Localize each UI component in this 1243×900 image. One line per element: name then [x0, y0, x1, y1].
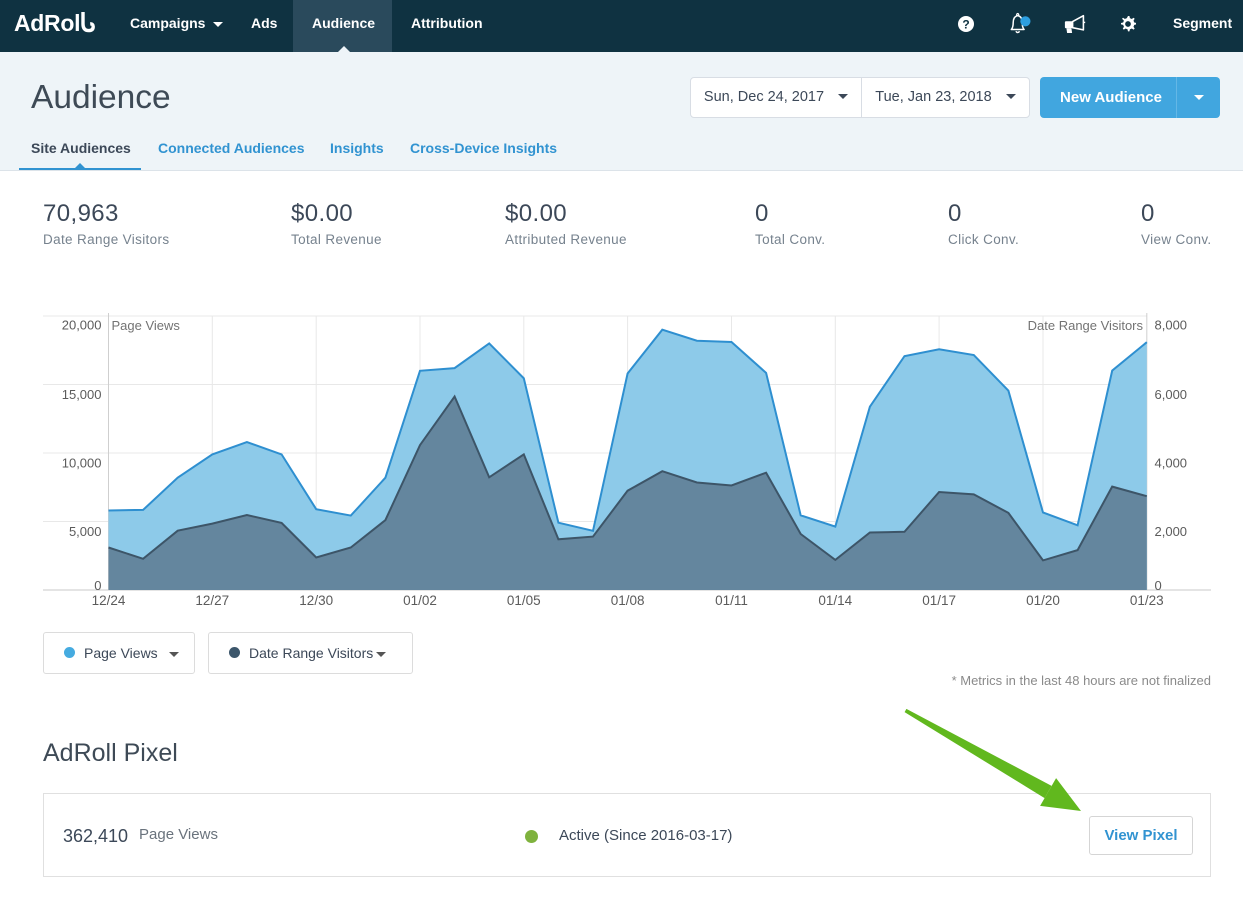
- svg-text:12/30: 12/30: [299, 593, 333, 608]
- svg-text:5,000: 5,000: [69, 524, 102, 539]
- svg-text:8,000: 8,000: [1155, 318, 1188, 333]
- svg-text:2,000: 2,000: [1155, 524, 1188, 539]
- svg-text:12/27: 12/27: [195, 593, 229, 608]
- svg-text:20,000: 20,000: [62, 318, 102, 333]
- svg-text:6,000: 6,000: [1155, 387, 1188, 402]
- svg-text:10,000: 10,000: [62, 456, 102, 471]
- svg-text:01/17: 01/17: [922, 593, 956, 608]
- svg-text:4,000: 4,000: [1155, 456, 1188, 471]
- svg-text:01/05: 01/05: [507, 593, 541, 608]
- svg-text:15,000: 15,000: [62, 387, 102, 402]
- svg-text:01/02: 01/02: [403, 593, 437, 608]
- svg-text:01/11: 01/11: [715, 593, 748, 608]
- svg-text:12/24: 12/24: [92, 593, 126, 608]
- svg-text:01/08: 01/08: [611, 593, 645, 608]
- svg-text:01/14: 01/14: [818, 593, 852, 608]
- svg-text:AdRol: AdRol: [14, 10, 80, 36]
- svg-text:0: 0: [94, 578, 101, 593]
- svg-text:Page Views: Page Views: [112, 318, 181, 333]
- svg-text:01/20: 01/20: [1026, 593, 1060, 608]
- svg-text:?: ?: [962, 17, 969, 31]
- svg-text:01/23: 01/23: [1130, 593, 1164, 608]
- svg-text:Date Range Visitors: Date Range Visitors: [1028, 318, 1144, 333]
- svg-text:0: 0: [1155, 578, 1162, 593]
